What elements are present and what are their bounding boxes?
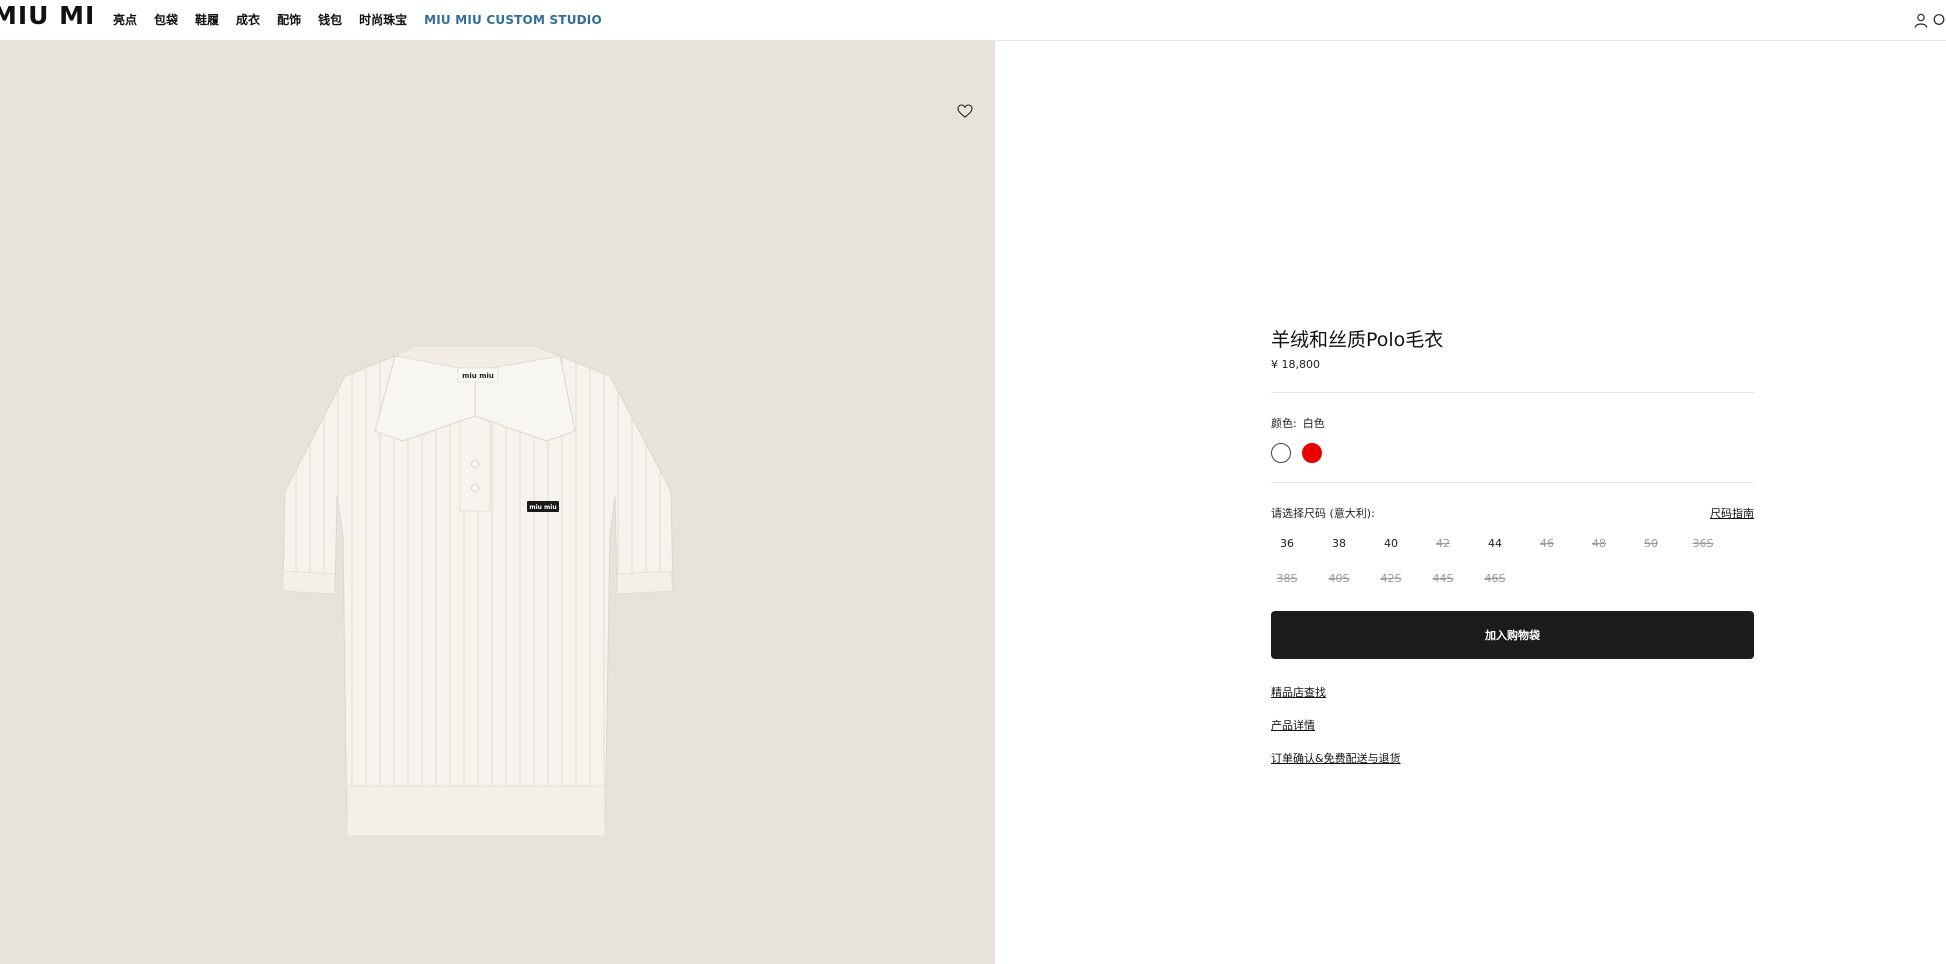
main-nav: 亮点 包袋 鞋履 成衣 配饰 钱包 时尚珠宝 MIU MIU CUSTOM ST… [113, 13, 619, 27]
add-to-bag-button[interactable]: 加入购物袋 [1271, 611, 1754, 659]
size-46[interactable]: 46 [1521, 532, 1573, 556]
nav-item-bags[interactable]: 包袋 [154, 13, 178, 27]
nav-item-highlights[interactable]: 亮点 [113, 13, 137, 27]
product-image-panel: miu miu miu miu [0, 41, 995, 964]
size-44s[interactable]: 44S [1417, 567, 1469, 591]
size-38s[interactable]: 38S [1261, 567, 1313, 591]
size-46s[interactable]: 46S [1469, 567, 1521, 591]
divider [1271, 392, 1754, 393]
shipping-returns-link[interactable]: 订单确认&免费配送与退货 [1271, 750, 1401, 766]
size-50[interactable]: 50 [1625, 532, 1677, 556]
store-locator-link[interactable]: 精品店查找 [1271, 684, 1326, 700]
product-price: ¥ 18,800 [1271, 358, 1320, 371]
chest-patch-text: miu miu [529, 504, 556, 511]
nav-item-accessories[interactable]: 配饰 [277, 13, 301, 27]
size-guide-link[interactable]: 尺码指南 [1710, 505, 1754, 521]
color-value: 白色 [1302, 417, 1325, 430]
product-details-link[interactable]: 产品详情 [1271, 717, 1315, 733]
size-selection-header: 请选择尺码 (意大利): 尺码指南 [1271, 505, 1754, 521]
neck-label-text: miu miu [462, 372, 494, 380]
swatch-white[interactable] [1271, 443, 1291, 463]
nav-item-shoes[interactable]: 鞋履 [195, 13, 219, 27]
size-42s[interactable]: 42S [1365, 567, 1417, 591]
search-icon[interactable] [1932, 9, 1946, 31]
size-label: 请选择尺码 (意大利): [1271, 507, 1375, 520]
size-42[interactable]: 42 [1417, 532, 1469, 556]
nav-item-custom-studio[interactable]: MIU MIU CUSTOM STUDIO [424, 13, 602, 27]
size-40s[interactable]: 40S [1313, 567, 1365, 591]
user-icon[interactable] [1910, 9, 1932, 31]
size-38[interactable]: 38 [1313, 532, 1365, 556]
swatch-red[interactable] [1302, 443, 1322, 463]
heart-icon[interactable] [955, 101, 975, 121]
size-36s[interactable]: 36S [1677, 532, 1729, 556]
nav-item-jewelry[interactable]: 时尚珠宝 [359, 13, 407, 27]
brand-logo[interactable]: MIU MIU [0, 5, 96, 27]
nav-item-ready-to-wear[interactable]: 成衣 [236, 13, 260, 27]
size-44[interactable]: 44 [1469, 532, 1521, 556]
size-36[interactable]: 36 [1261, 532, 1313, 556]
nav-item-wallets[interactable]: 钱包 [318, 13, 342, 27]
size-40[interactable]: 40 [1365, 532, 1417, 556]
header-icons [1910, 9, 1946, 31]
color-selection: 颜色: 白色 [1271, 415, 1325, 431]
color-label: 颜色: [1271, 417, 1297, 430]
product-image: miu miu miu miu [282, 345, 674, 837]
product-title: 羊绒和丝质Polo毛衣 [1271, 329, 1444, 351]
divider [1271, 482, 1754, 483]
site-header: MIU MIU 亮点 包袋 鞋履 成衣 配饰 钱包 时尚珠宝 MIU MIU C… [0, 0, 1946, 41]
size-48[interactable]: 48 [1573, 532, 1625, 556]
